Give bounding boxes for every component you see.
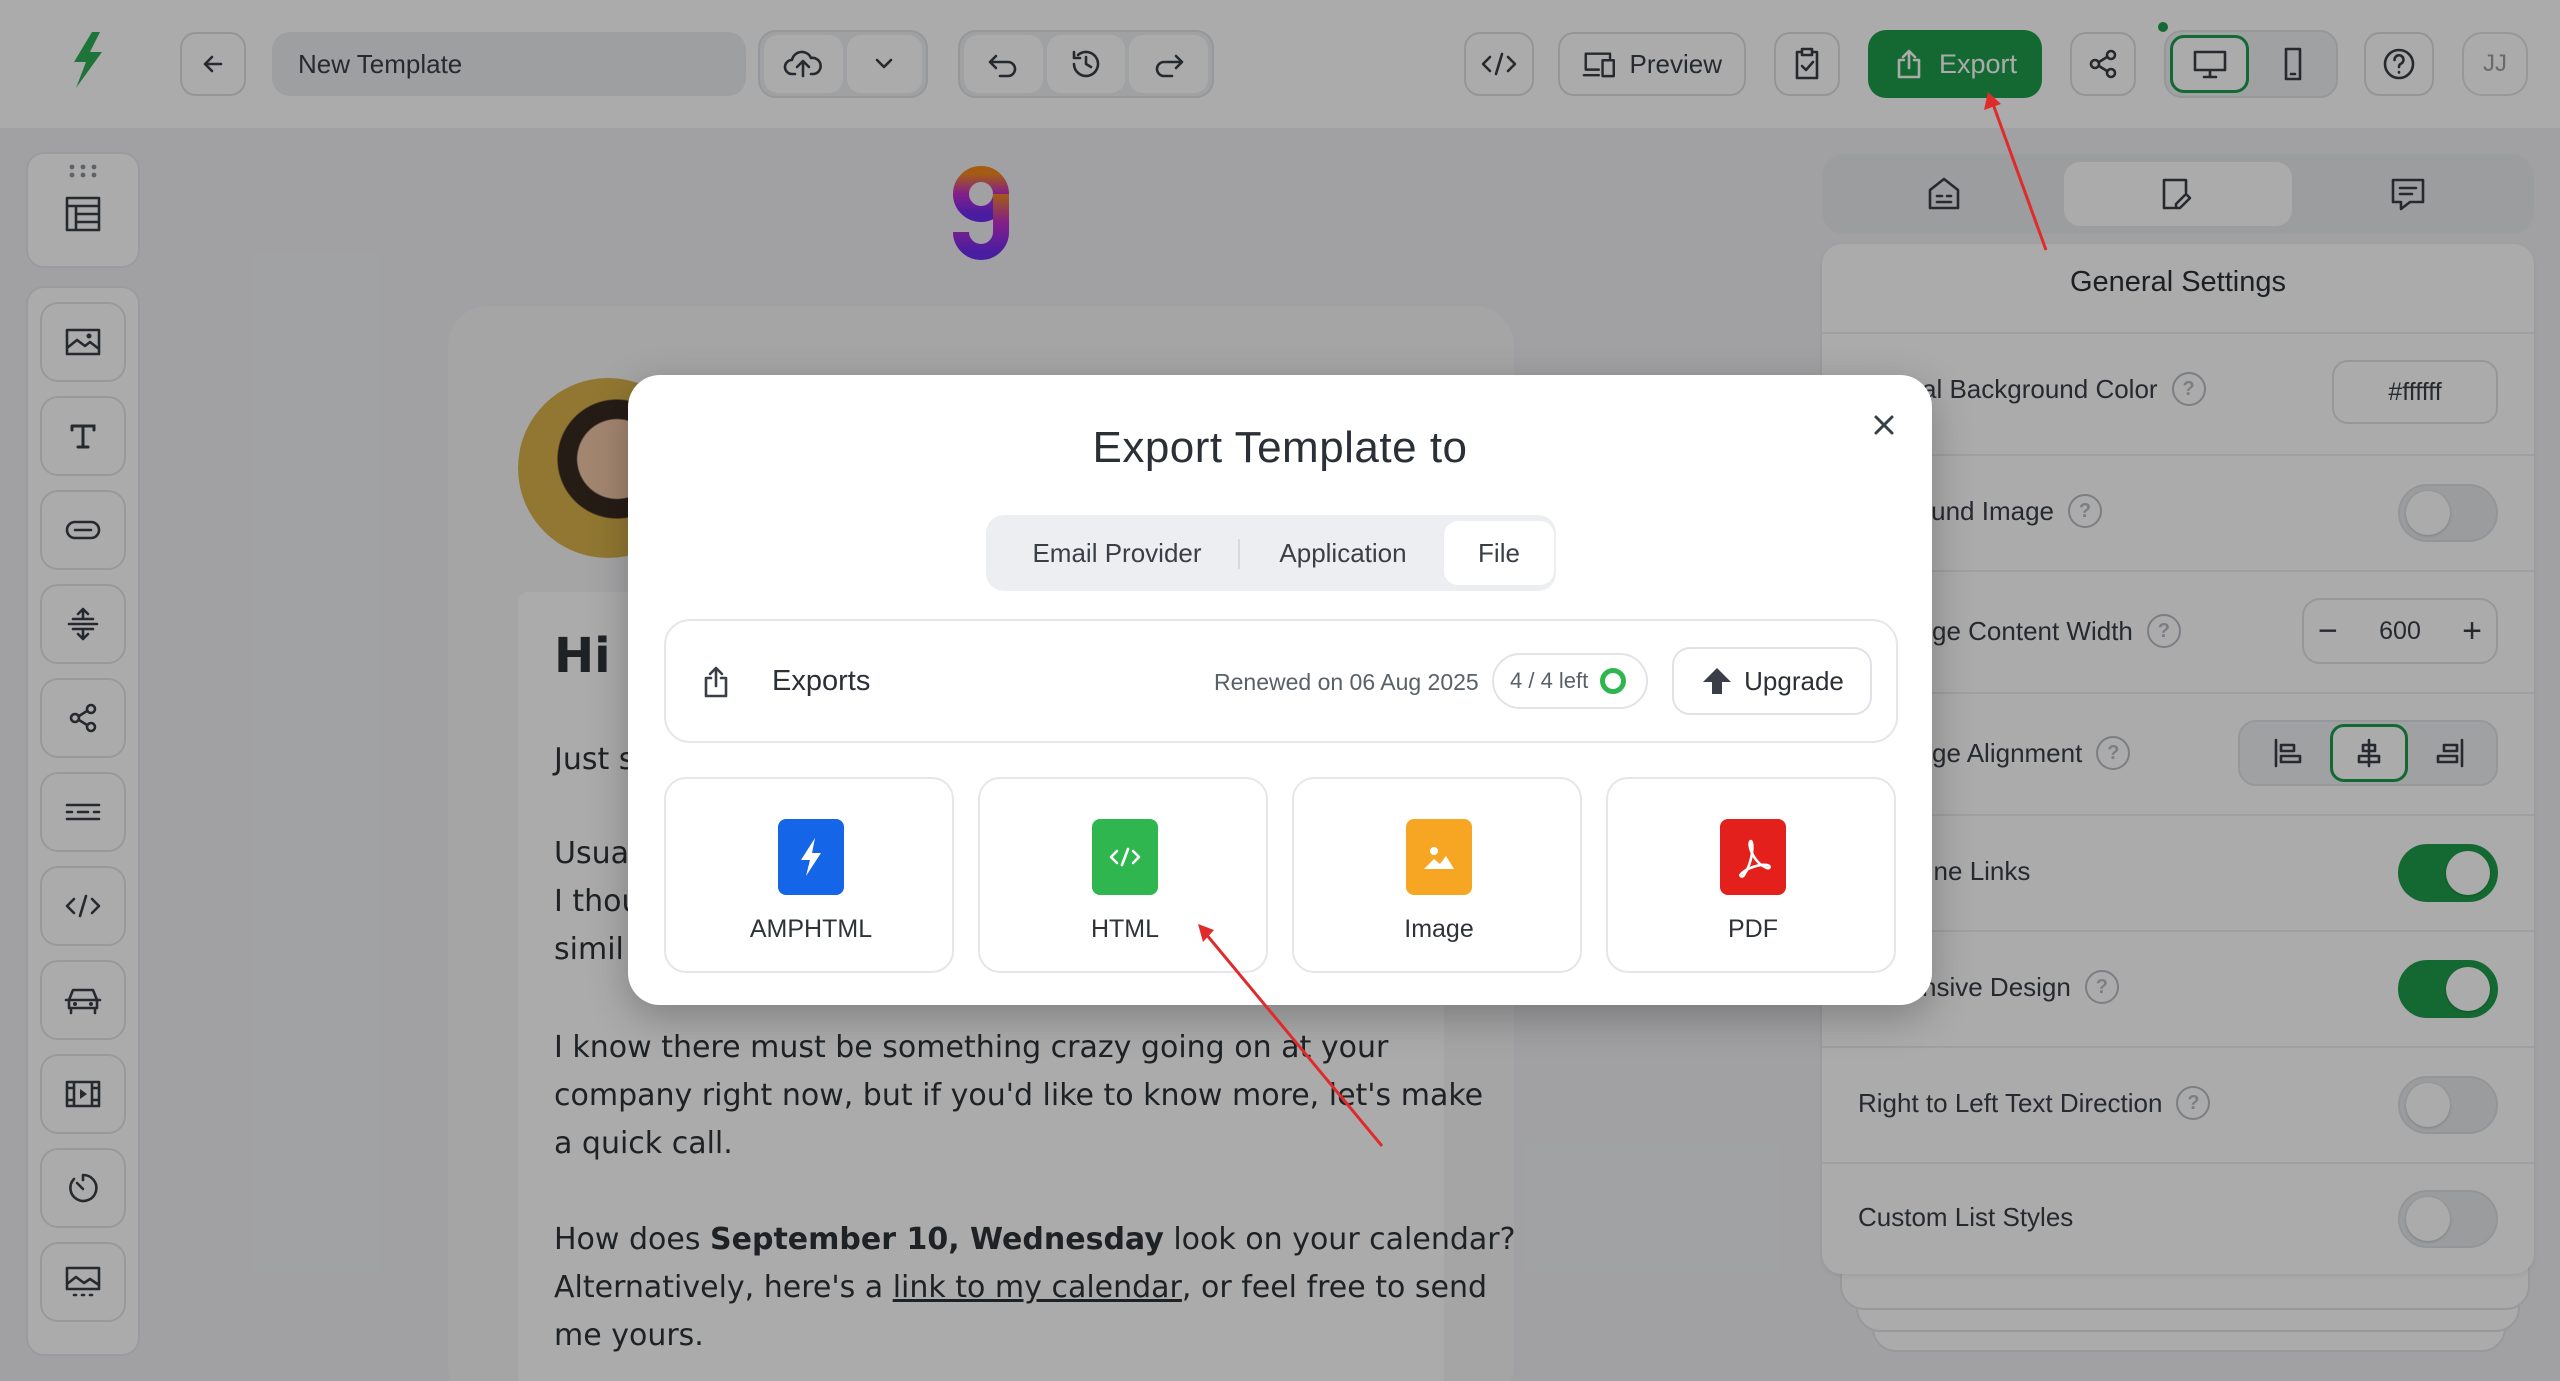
arrow-to-html xyxy=(1204,933,1384,1147)
annotation-arrows-modal xyxy=(1198,924,1384,1147)
